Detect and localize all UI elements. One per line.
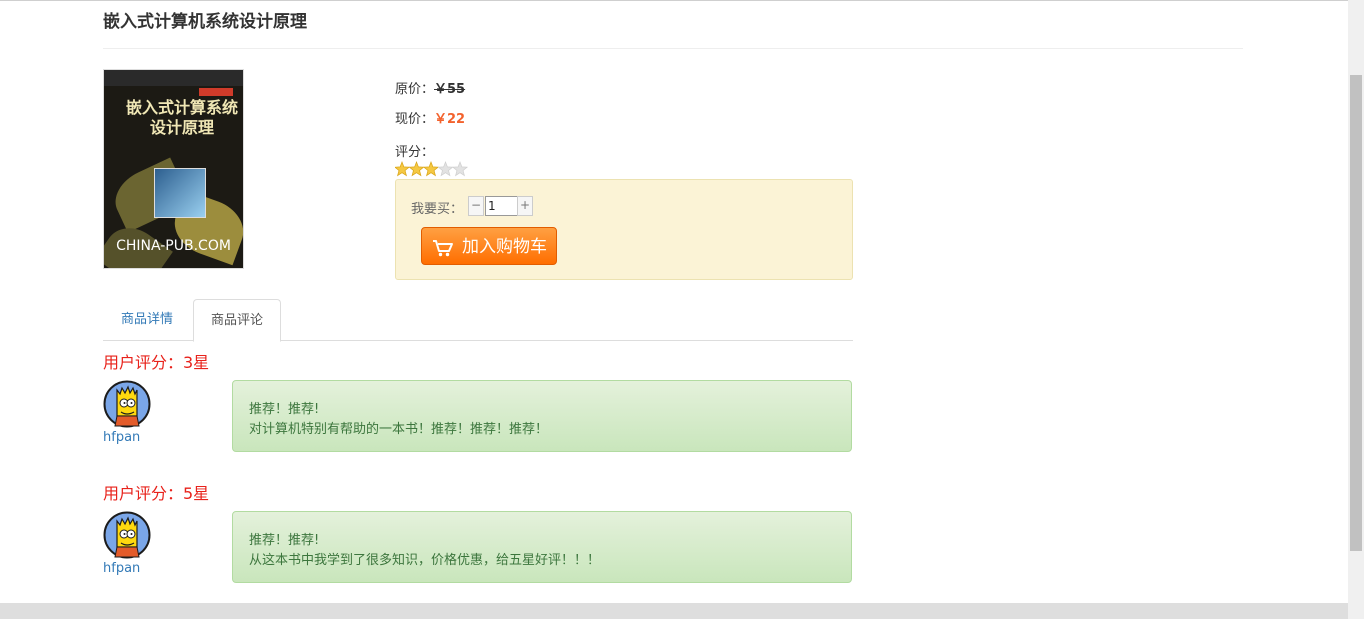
shopping-cart-icon	[433, 240, 453, 257]
quantity-label: 我要买：	[411, 202, 464, 217]
purchase-box: 我要买： − 1 + 加入购物车	[395, 179, 853, 280]
original-price-label: 原价：	[395, 82, 435, 97]
star-empty-icon	[451, 161, 469, 177]
cover-series-band	[104, 70, 243, 86]
original-price: ￥55	[434, 82, 466, 97]
increase-quantity-button[interactable]: +	[517, 196, 533, 216]
tab-product-details[interactable]: 商品详情	[103, 299, 191, 340]
review-comment-line: 对计算机特别有帮助的一本书！推荐！推荐！推荐！	[249, 422, 549, 437]
star-empty-icon	[437, 161, 454, 177]
review-comment-line: 推荐！推荐!	[249, 533, 320, 548]
current-price: ￥22	[434, 112, 466, 127]
tab-product-reviews[interactable]: 商品评论	[193, 299, 281, 342]
review-rating: 用户评分：3星	[103, 353, 210, 372]
product-title: 嵌入式计算机系统设计原理	[103, 12, 307, 32]
review-comment-box: 推荐！推荐! 对计算机特别有帮助的一本书！推荐！推荐！推荐！	[232, 380, 852, 452]
star-filled-icon	[395, 161, 411, 177]
current-price-label: 现价：	[395, 112, 435, 127]
title-divider	[103, 48, 1243, 49]
cover-title: 嵌入式计算系统 设计原理	[122, 98, 242, 138]
product-page: 嵌入式计算机系统设计原理 嵌入式计算系统 设计原理 CHINA-PUB.COM …	[0, 0, 1348, 619]
current-price-row: 现价：￥22	[395, 108, 465, 127]
cover-title-line2: 设计原理	[149, 118, 214, 137]
original-price-row: 原价：￥55	[395, 78, 465, 97]
scrollbar-thumb[interactable]	[1350, 75, 1362, 551]
star-rating	[395, 161, 469, 177]
cover-photo	[154, 168, 206, 218]
page-footer-bar	[0, 603, 1348, 619]
rating-label: 评分：	[395, 145, 435, 160]
review-comment-box: 推荐！推荐! 从这本书中我学到了很多知识，价格优惠，给五星好评！！！	[232, 511, 852, 583]
add-to-cart-button[interactable]: 加入购物车	[421, 227, 557, 265]
review-username-link[interactable]: hfpan	[103, 430, 140, 445]
user-avatar-icon	[103, 380, 151, 428]
cover-brand: CHINA-PUB.COM	[116, 238, 231, 254]
review-comment-line: 推荐！推荐!	[249, 402, 320, 417]
cover-title-line1: 嵌入式计算系统	[125, 98, 238, 117]
review-comment-line: 从这本书中我学到了很多知识，价格优惠，给五星好评！！！	[249, 553, 601, 568]
cover-edition-badge	[199, 88, 233, 96]
review-rating: 用户评分：5星	[103, 484, 210, 503]
review-username-link[interactable]: hfpan	[103, 561, 140, 576]
star-filled-icon	[408, 161, 425, 177]
user-avatar-icon	[103, 511, 151, 559]
decrease-quantity-button[interactable]: −	[468, 196, 484, 216]
add-to-cart-label: 加入购物车	[462, 237, 547, 257]
quantity-input[interactable]: 1	[485, 196, 519, 216]
star-filled-icon	[422, 161, 440, 177]
book-cover-image: 嵌入式计算系统 设计原理 CHINA-PUB.COM	[103, 69, 244, 269]
